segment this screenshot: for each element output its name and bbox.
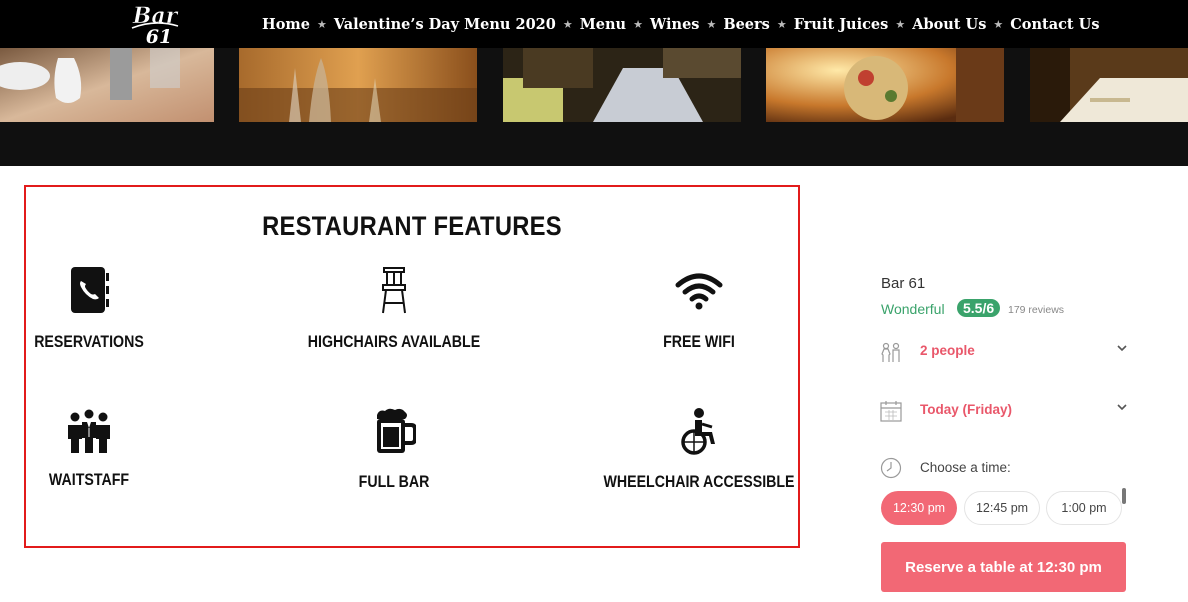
feature-reservations: RESERVATIONS [0,265,214,352]
nav-separator-star-icon: ★ [895,18,906,31]
features-title: RESTAURANT FEATURES [262,211,562,241]
people-icon [881,342,900,362]
nav-separator-star-icon: ★ [776,18,787,31]
gallery-photo-4[interactable] [766,48,1004,122]
rating-text: Wonderful [881,301,945,317]
feature-free-wifi: FREE WIFI [574,265,824,352]
calendar-icon [880,401,902,422]
top-nav-bar: Bar 61 Home ★ Valentine’s Day Menu 2020 … [0,0,1188,48]
time-prompt: Choose a time: [920,460,1011,475]
feature-waitstaff: WAITSTAFF [0,407,214,490]
chevron-down-icon [1117,345,1127,352]
nav-about-us[interactable]: About Us [912,16,986,33]
highchair-icon [382,267,406,314]
feature-highchairs: HIGHCHAIRS AVAILABLE [269,265,519,352]
nav-beers[interactable]: Beers [723,16,770,33]
main-nav: Home ★ Valentine’s Day Menu 2020 ★ Menu … [262,0,1099,48]
nav-separator-star-icon: ★ [562,18,573,31]
wheelchair-icon [681,408,715,455]
feature-label: HIGHCHAIRS AVAILABLE [307,333,481,351]
waitstaff-icon [68,409,110,453]
nav-separator-star-icon: ★ [993,18,1004,31]
rating-score-badge: 5.5/6 [957,299,1001,317]
slots-scrollbar[interactable] [1122,488,1126,504]
feature-label: FREE WIFI [663,333,735,351]
feature-label: RESERVATIONS [34,333,144,351]
nav-valentines-menu[interactable]: Valentine’s Day Menu 2020 [334,16,556,33]
gallery-photo-1[interactable] [0,48,214,122]
feature-label: WHEELCHAIR ACCESSIBLE [603,473,795,491]
date-value: Today (Friday) [920,402,1013,417]
nav-separator-star-icon: ★ [316,18,327,31]
nav-menu[interactable]: Menu [580,16,626,33]
feature-wheelchair: WHEELCHAIR ACCESSIBLE [574,407,824,492]
nav-contact-us[interactable]: Contact Us [1010,16,1099,33]
nav-home[interactable]: Home [262,16,310,33]
reserve-table-button[interactable]: Reserve a table at 12:30 pm [881,542,1126,592]
restaurant-features-panel: RESTAURANT FEATURES RESERVATIONS HIGHCHA… [24,185,800,548]
party-size-value: 2 people [920,343,975,358]
wifi-icon [675,273,723,310]
beer-mug-icon [377,408,416,453]
feature-label: WAITSTAFF [48,471,130,489]
gallery-photo-2[interactable] [239,48,477,122]
chevron-down-icon [1117,404,1127,411]
nav-separator-star-icon: ★ [633,18,643,31]
logo-text-bottom: 61 [146,26,172,46]
nav-fruit-juices[interactable]: Fruit Juices [794,16,889,33]
nav-separator-star-icon: ★ [706,18,717,31]
time-slot-selected[interactable]: 12:30 pm [881,491,957,525]
restaurant-name: Bar 61 [881,275,926,292]
bar-61-logo[interactable]: Bar 61 [126,2,184,46]
time-slot[interactable]: 12:45 pm [964,491,1040,525]
phone-book-icon [71,267,109,313]
gallery-photo-5[interactable] [1030,48,1188,122]
photo-gallery [0,48,1188,166]
date-select[interactable]: Today (Friday) [880,399,1128,423]
time-slot[interactable]: 1:00 pm [1046,491,1122,525]
nav-wines[interactable]: Wines [650,16,699,33]
review-count[interactable]: 179 reviews [1008,304,1064,316]
feature-full-bar: FULL BAR [269,407,519,492]
gallery-photo-3[interactable] [503,48,741,122]
clock-icon [880,457,902,479]
party-size-select[interactable]: 2 people [880,340,1128,364]
feature-label: FULL BAR [358,473,430,491]
